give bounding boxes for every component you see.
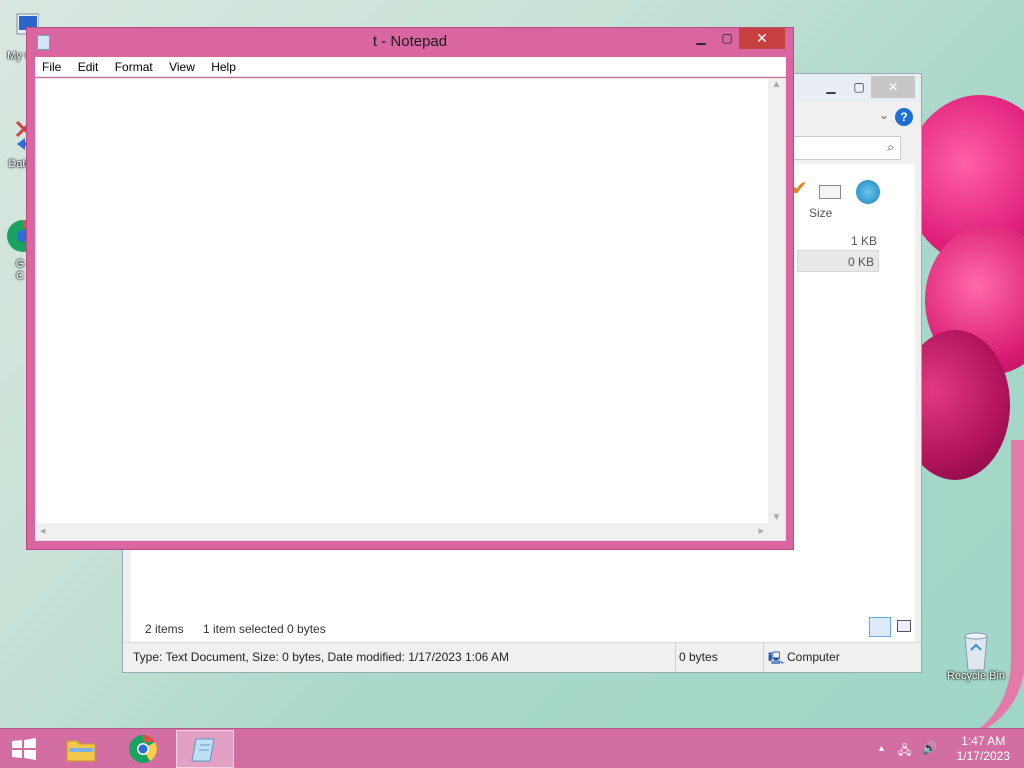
divider — [763, 643, 764, 672]
menu-view[interactable]: View — [162, 57, 201, 74]
minimize-button[interactable]: ▁ — [687, 28, 715, 49]
notepad-window[interactable]: t - Notepad ▁ ▢ ✕ File Edit Format View … — [26, 27, 794, 550]
scroll-right-icon[interactable]: ▸ — [758, 524, 764, 537]
item-count: 2 items — [145, 622, 184, 636]
volume-icon[interactable]: 🔊 — [922, 741, 937, 755]
file-description: Type: Text Document, Size: 0 bytes, Date… — [133, 650, 509, 664]
menu-edit[interactable]: Edit — [71, 57, 105, 74]
clock-date: 1/17/2023 — [956, 749, 1010, 763]
resize-grip-icon[interactable] — [768, 523, 785, 540]
column-header-size[interactable]: Size — [809, 206, 832, 220]
scroll-down-icon[interactable]: ▼ — [768, 512, 785, 523]
notepad-icon — [191, 738, 215, 762]
toolbar-icons: ✔ — [791, 176, 881, 204]
scroll-up-icon[interactable]: ▲ — [768, 79, 785, 90]
menu-file[interactable]: File — [35, 57, 67, 74]
notepad-title-bar[interactable]: t - Notepad ▁ ▢ ✕ — [27, 28, 793, 56]
status-bar: 2 items 1 item selected 0 bytes — [131, 614, 915, 642]
taskbar-chrome[interactable] — [114, 730, 172, 768]
location-label: Computer — [787, 650, 840, 664]
folder-icon — [66, 740, 96, 762]
help-icon[interactable]: ? — [895, 108, 913, 126]
clock-time: 1:47 AM — [961, 734, 1006, 748]
card-icon[interactable] — [819, 184, 842, 199]
taskbar: ▲ 🖧 🔊 1:47 AM 1/17/2023 — [0, 728, 1024, 768]
menu-help[interactable]: Help — [204, 57, 242, 74]
system-clock[interactable]: 1:47 AM 1/17/2023 — [957, 734, 1010, 764]
menu-format[interactable]: Format — [108, 57, 159, 74]
details-bar: Type: Text Document, Size: 0 bytes, Date… — [123, 642, 921, 672]
maximize-button[interactable]: ▢ — [713, 28, 741, 49]
menu-bar: File Edit Format View Help — [35, 57, 786, 77]
computer-icon: 🖳 — [768, 651, 785, 665]
windows-logo-icon — [12, 738, 36, 760]
wallpaper-flower-stem — [935, 440, 1024, 740]
show-hidden-icons-icon[interactable]: ▲ — [877, 743, 886, 753]
taskbar-file-explorer[interactable] — [52, 730, 110, 768]
recycle-bin-icon — [957, 630, 995, 671]
scroll-left-icon[interactable]: ◂ — [40, 524, 46, 537]
chrome-icon — [129, 735, 157, 763]
text-editor-area[interactable]: ▲ ▼ ◂ ▸ — [35, 78, 786, 541]
taskbar-notepad[interactable] — [176, 730, 234, 768]
selection-info: 1 item selected 0 bytes — [203, 622, 326, 636]
network-globe-icon[interactable] — [856, 179, 881, 204]
window-title: t - Notepad — [372, 33, 448, 50]
search-input[interactable]: ⌕ — [791, 136, 901, 160]
file-bytes: 0 bytes — [679, 650, 718, 664]
file-row-size: 1 KB — [850, 234, 877, 248]
details-view-icon[interactable] — [869, 617, 891, 637]
horizontal-scrollbar[interactable]: ◂ ▸ — [36, 523, 768, 540]
explorer-ribbon-bar: ⌄ ? — [791, 106, 913, 130]
start-button[interactable] — [0, 730, 48, 768]
file-row-size-selected: 0 KB — [797, 250, 879, 272]
desktop-icon-recycle-bin[interactable]: Recycle Bin — [940, 630, 1012, 682]
network-icon[interactable]: 🖧 — [898, 741, 911, 762]
vertical-scrollbar[interactable]: ▲ ▼ — [768, 79, 785, 523]
close-button[interactable]: ✕ — [739, 28, 785, 49]
chevron-down-icon[interactable]: ⌄ — [879, 108, 889, 122]
desktop-icon-label: Recycle Bin — [946, 670, 1006, 682]
close-button[interactable]: ✕ — [871, 76, 915, 98]
preview-view-icon[interactable] — [897, 620, 911, 632]
search-icon[interactable]: ⌕ — [887, 140, 894, 155]
divider — [675, 643, 676, 672]
